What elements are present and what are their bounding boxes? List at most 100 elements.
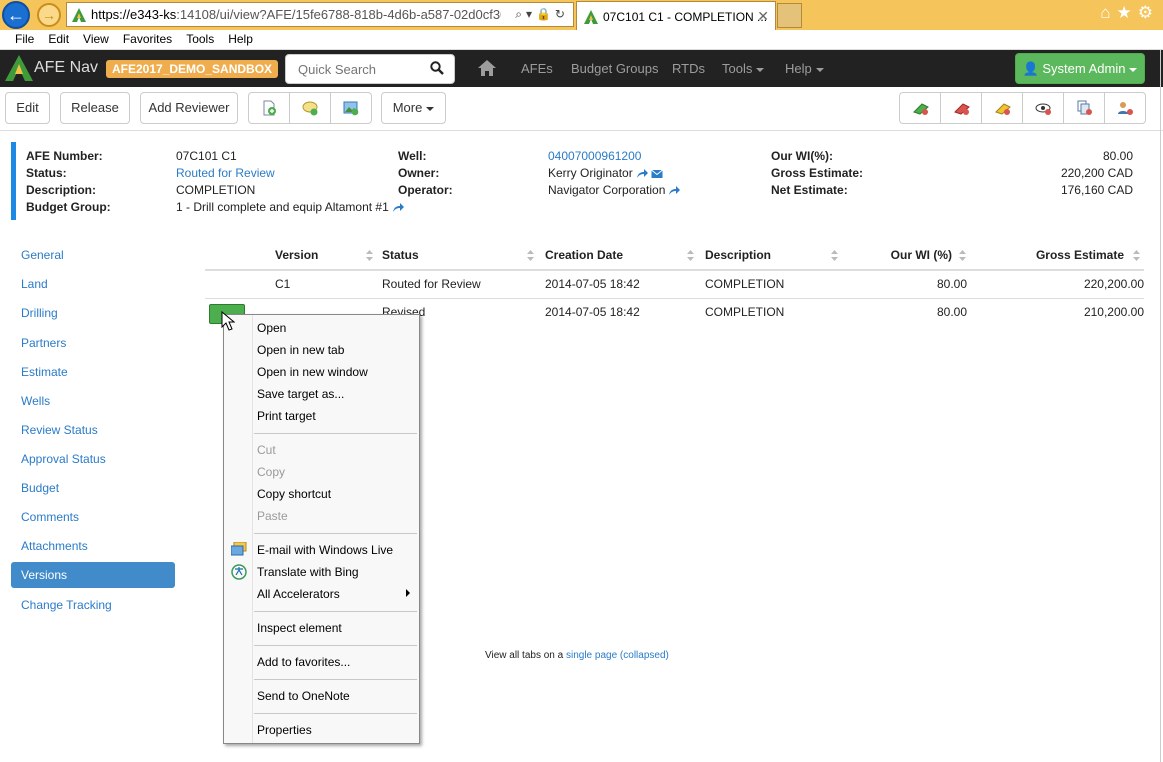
menu-item-open-new-window[interactable]: Open in new window (257, 365, 368, 379)
sidebar-item-wells[interactable]: Wells (11, 388, 175, 414)
browser-tab[interactable]: 07C101 C1 - COMPLETION ... ✕ (576, 1, 776, 30)
user-menu-button[interactable]: 👤 System Admin (1015, 53, 1145, 84)
browser-actions[interactable]: ⌂★⚙ (1100, 3, 1159, 23)
sidebar-item-approval-status[interactable]: Approval Status (11, 446, 175, 472)
new-tab-button[interactable] (777, 3, 802, 28)
approve-button[interactable] (899, 92, 941, 124)
nav-rtds[interactable]: RTDs (672, 61, 705, 76)
sidebar-item-versions[interactable]: Versions (11, 562, 175, 588)
quick-search[interactable] (285, 54, 455, 84)
new-document-button[interactable] (248, 92, 290, 124)
column-header-creation-date[interactable]: Creation Date (545, 240, 623, 270)
menu-item-open-new-tab[interactable]: Open in new tab (257, 343, 344, 357)
home-icon[interactable] (478, 60, 496, 76)
reject-flag-icon (954, 103, 970, 115)
approve-flag-icon (913, 103, 929, 115)
sort-icon[interactable] (527, 250, 534, 261)
menu-view[interactable]: View (76, 30, 116, 46)
collapsed-link[interactable]: (collapsed) (620, 650, 669, 661)
reject-button[interactable] (940, 92, 982, 124)
copy-afe-button[interactable] (1063, 92, 1105, 124)
single-page-link[interactable]: single page (566, 650, 617, 661)
close-icon[interactable]: ✕ (757, 8, 769, 25)
search-icon[interactable] (430, 61, 444, 75)
menu-item-properties[interactable]: Properties (257, 723, 312, 737)
status-link[interactable]: Routed for Review (176, 166, 275, 180)
back-arrow-icon[interactable]: ← (2, 1, 30, 29)
column-header-our-wi[interactable]: Our WI (%) (891, 240, 952, 270)
search-input[interactable] (286, 55, 426, 83)
star-icon[interactable]: ★ (1117, 3, 1138, 22)
nav-help[interactable]: Help (785, 61, 824, 76)
menu-item-send-onenote[interactable]: Send to OneNote (257, 689, 350, 703)
column-header-gross-estimate[interactable]: Gross Estimate (1036, 240, 1124, 270)
sort-icon[interactable] (687, 250, 694, 261)
afe-nav-logo-icon[interactable] (4, 54, 34, 82)
site-logo-icon (584, 10, 598, 24)
menu-item-add-favorites[interactable]: Add to favorites... (257, 655, 350, 669)
sidebar-item-change-tracking[interactable]: Change Tracking (11, 592, 175, 618)
sidebar-item-general[interactable]: General (11, 242, 175, 268)
submenu-arrow-icon (406, 589, 410, 597)
home-icon[interactable]: ⌂ (1100, 3, 1116, 22)
sidebar-item-attachments[interactable]: Attachments (11, 533, 175, 559)
sidebar-item-review-status[interactable]: Review Status (11, 417, 175, 443)
sidebar-item-budget[interactable]: Budget (11, 475, 175, 501)
menu-file[interactable]: File (0, 30, 41, 46)
add-attachment-button[interactable] (330, 92, 372, 124)
nav-afes[interactable]: AFEs (521, 61, 553, 76)
envelope-icon[interactable] (650, 169, 663, 179)
address-bar[interactable]: https://e343-ks:14108/ui/view?AFE/15fe67… (66, 2, 574, 27)
more-button[interactable]: More (381, 92, 446, 124)
release-button[interactable]: Release (60, 92, 130, 124)
operator-value: Navigator Corporation (548, 183, 681, 197)
menu-item-translate-bing[interactable]: Translate with Bing (257, 565, 359, 579)
menu-item-inspect-element[interactable]: Inspect element (257, 621, 342, 635)
add-comment-button[interactable] (289, 92, 331, 124)
watch-button[interactable] (1022, 92, 1064, 124)
gear-icon[interactable]: ⚙ (1138, 3, 1159, 22)
sidebar-item-drilling[interactable]: Drilling (11, 300, 175, 326)
nav-tools[interactable]: Tools (722, 61, 765, 76)
menu-favorites[interactable]: Favorites (116, 30, 179, 46)
tab-title: 07C101 C1 - COMPLETION ... (603, 10, 768, 24)
sidebar-item-partners[interactable]: Partners (11, 330, 175, 356)
environment-badge: AFE2017_DEMO_SANDBOX (106, 60, 279, 78)
edit-button[interactable]: Edit (5, 92, 50, 124)
well-link[interactable]: 04007000961200 (548, 149, 641, 163)
menu-edit[interactable]: Edit (41, 30, 76, 46)
cell-our-wi: 80.00 (936, 305, 967, 319)
sidebar-item-estimate[interactable]: Estimate (11, 359, 175, 385)
menu-tools[interactable]: Tools (179, 30, 221, 46)
share-arrow-icon[interactable] (392, 202, 404, 213)
sort-icon[interactable] (959, 250, 966, 261)
menu-item-email-windows-live[interactable]: E-mail with Windows Live (257, 543, 393, 557)
column-header-status[interactable]: Status (382, 240, 419, 270)
sort-icon[interactable] (1133, 250, 1140, 261)
menu-item-copy-shortcut[interactable]: Copy shortcut (257, 487, 331, 501)
menu-item-all-accelerators[interactable]: All Accelerators (257, 587, 340, 601)
sort-icon[interactable] (831, 250, 838, 261)
column-header-description[interactable]: Description (705, 240, 771, 270)
sidebar-item-land[interactable]: Land (11, 271, 175, 297)
nav-budget-groups[interactable]: Budget Groups (571, 61, 658, 76)
eye-icon (1035, 103, 1051, 115)
sidebar-item-comments[interactable]: Comments (11, 504, 175, 530)
column-header-version[interactable]: Version (275, 240, 318, 270)
menu-item-save-target[interactable]: Save target as... (257, 387, 344, 401)
menu-help[interactable]: Help (221, 30, 260, 46)
nav-tools-label: Tools (722, 61, 753, 76)
forward-arrow-icon[interactable]: → (37, 3, 61, 27)
sort-icon[interactable] (366, 250, 373, 261)
brand-name[interactable]: AFE Nav (34, 59, 98, 77)
remove-reviewer-button[interactable] (1104, 92, 1146, 124)
gross-estimate-value: 220,200 CAD (1060, 166, 1133, 180)
add-reviewer-button[interactable]: Add Reviewer (140, 92, 238, 124)
menu-item-open[interactable]: Open (257, 321, 286, 335)
hold-button[interactable] (981, 92, 1023, 124)
address-tools[interactable]: ⌕▾🔒↻ (515, 7, 569, 22)
menu-item-print-target[interactable]: Print target (257, 409, 316, 423)
share-arrow-icon[interactable] (668, 185, 681, 196)
share-arrow-icon[interactable] (636, 168, 648, 179)
menu-item-cut: Cut (257, 443, 276, 457)
